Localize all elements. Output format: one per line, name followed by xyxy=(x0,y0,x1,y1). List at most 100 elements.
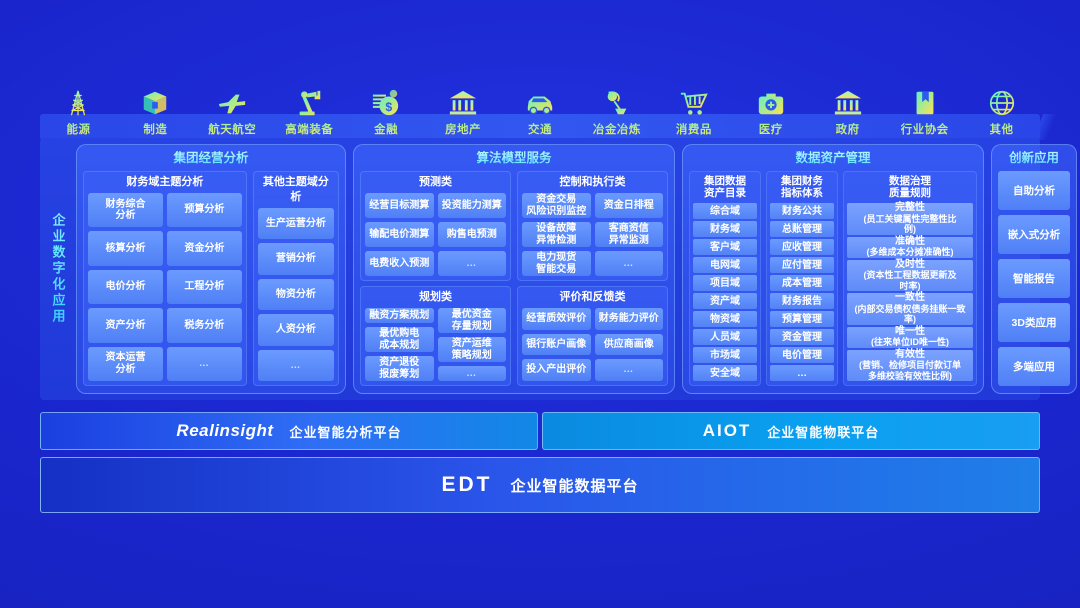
analysis-cell[interactable]: 资金分析 xyxy=(166,231,242,266)
group-planning: 规划类 融资方案规划 最优购电 成本规划 资产退役 报废筹划 最优资金 存量规划… xyxy=(360,286,511,386)
industry-label: 能源 xyxy=(66,120,90,140)
catalog-item[interactable]: 资产域 xyxy=(693,293,757,309)
analysis-cell-more[interactable]: … xyxy=(257,349,334,382)
model-cell[interactable]: 输配电价测算 xyxy=(365,222,434,247)
indicator-item[interactable]: 成本管理 xyxy=(770,275,834,291)
platform-aiot[interactable]: AIOT 企业智能物联平台 xyxy=(542,412,1040,450)
platform-realinsight[interactable]: Realinsight 企业智能分析平台 xyxy=(40,412,538,450)
indicator-item[interactable]: 应付管理 xyxy=(770,257,834,273)
industry-item-energy[interactable]: 能源 xyxy=(40,78,117,140)
catalog-item[interactable]: 电网域 xyxy=(693,257,757,273)
platform-name: 企业智能物联平台 xyxy=(767,424,880,440)
analysis-cell[interactable]: 资产分析 xyxy=(88,308,163,343)
model-cell[interactable]: 经营目标测算 xyxy=(365,193,434,218)
model-cell[interactable]: 电力现货 智能交易 xyxy=(522,251,591,276)
governance-rule[interactable]: 有效性 (营销、检修项目付款订单 多维校验有效性比例) xyxy=(847,348,973,381)
industry-label: 消费品 xyxy=(676,120,712,140)
model-cell[interactable]: 最优购电 成本规划 xyxy=(365,327,434,352)
indicator-item[interactable]: 应收管理 xyxy=(770,239,834,255)
catalog-item[interactable]: 人员域 xyxy=(693,329,757,345)
shopping-cart-icon xyxy=(680,92,708,115)
industry-item-equipment[interactable]: 高端装备 xyxy=(271,78,348,140)
analysis-cell[interactable]: 物资分析 xyxy=(257,278,334,311)
industry-item-government[interactable]: 政府 xyxy=(809,78,886,140)
innovation-item[interactable]: 3D类应用 xyxy=(998,303,1070,342)
model-cell[interactable]: 客商资信 异常监测 xyxy=(594,222,663,247)
industry-item-transport[interactable]: 交通 xyxy=(502,78,579,140)
industry-item-medical[interactable]: 医疗 xyxy=(732,78,809,140)
innovation-item[interactable]: 自助分析 xyxy=(998,171,1070,210)
analysis-cell[interactable]: 生产运营分析 xyxy=(257,208,334,240)
catalog-item[interactable]: 客户域 xyxy=(693,239,757,255)
indicator-item[interactable]: 总账管理 xyxy=(770,221,834,237)
catalog-item[interactable]: 财务域 xyxy=(693,221,757,237)
group-finance-indicator: 集团财务 指标体系 财务公共 总账管理 应收管理 应付管理 成本管理 财务报告 … xyxy=(766,171,838,386)
industry-label: 制造 xyxy=(143,120,167,140)
analysis-cell[interactable]: 营销分析 xyxy=(257,243,334,275)
industry-item-finance[interactable]: $ 金融 xyxy=(348,78,425,140)
indicator-item[interactable]: 财务报告 xyxy=(770,293,834,309)
model-cell[interactable]: 银行账户画像 xyxy=(522,333,591,356)
model-cell[interactable]: 经营质效评价 xyxy=(522,308,591,330)
group-control-execution: 控制和执行类 资金交易 风险识别监控 设备故障 异常检测 电力现货 智能交易 资… xyxy=(517,171,668,281)
model-cell-more[interactable]: … xyxy=(437,251,506,276)
indicator-item[interactable]: 电价管理 xyxy=(770,347,834,363)
analysis-cell[interactable]: 电价分析 xyxy=(88,269,163,305)
model-cell[interactable]: 资产退役 报废筹划 xyxy=(365,356,434,381)
analysis-cell[interactable]: 工程分析 xyxy=(166,269,242,305)
indicator-item[interactable]: 资金管理 xyxy=(770,329,834,345)
analysis-cell[interactable]: 核算分析 xyxy=(88,231,163,266)
model-cell[interactable]: 电费收入预测 xyxy=(365,251,434,276)
analysis-cell[interactable]: 人资分析 xyxy=(257,314,334,346)
governance-rule[interactable]: 及时性 (资本性工程数据更新及 时率) xyxy=(847,259,973,291)
industry-label: 医疗 xyxy=(759,120,783,140)
governance-rule[interactable]: 唯一性 (往来单位ID唯一性) xyxy=(847,326,973,348)
governance-rule[interactable]: 一致性 (内部交易债权债务挂账一致 率) xyxy=(847,292,973,325)
group-title: 预测类 xyxy=(419,176,452,188)
industry-item-realestate[interactable]: 房地产 xyxy=(425,78,502,140)
innovation-item[interactable]: 多端应用 xyxy=(998,347,1070,386)
indicator-item[interactable]: 财务公共 xyxy=(770,203,834,219)
model-cell[interactable]: 融资方案规划 xyxy=(365,308,434,323)
catalog-item[interactable]: 物资域 xyxy=(693,311,757,327)
analysis-cell[interactable]: 资本运营 分析 xyxy=(88,346,163,382)
group-title: 控制和执行类 xyxy=(559,176,626,188)
model-cell[interactable]: 供应商画像 xyxy=(594,333,663,356)
analysis-cell[interactable]: 财务综合 分析 xyxy=(88,193,163,228)
model-cell-more[interactable]: … xyxy=(594,251,663,276)
model-cell[interactable]: 资产运维 策略规划 xyxy=(437,337,506,362)
model-cell[interactable]: 资金交易 风险识别监控 xyxy=(522,193,591,218)
analysis-cell[interactable]: 税务分析 xyxy=(166,308,242,343)
industry-item-metallurgy[interactable]: 冶金冶炼 xyxy=(578,78,655,140)
model-cell[interactable]: 投入产出评价 xyxy=(522,359,591,382)
model-cell[interactable]: 购售电预测 xyxy=(437,222,506,247)
industry-item-aerospace[interactable]: 航天航空 xyxy=(194,78,271,140)
indicator-item[interactable]: 预算管理 xyxy=(770,311,834,327)
analysis-cell[interactable]: 预算分析 xyxy=(166,193,242,228)
catalog-item[interactable]: 市场域 xyxy=(693,347,757,363)
governance-rule[interactable]: 完整性 (员工关键属性完整性比 例) xyxy=(847,202,973,235)
industry-item-consumer[interactable]: 消费品 xyxy=(655,78,732,140)
industry-item-association[interactable]: 行业协会 xyxy=(886,78,963,140)
model-cell[interactable]: 设备故障 异常检测 xyxy=(522,222,591,247)
analysis-cell-more[interactable]: … xyxy=(166,346,242,382)
rule-name: 有效性 xyxy=(895,348,925,360)
model-cell[interactable]: 投资能力测算 xyxy=(437,193,506,218)
model-cell[interactable]: 资金日排程 xyxy=(594,193,663,218)
algorithm-row-1: 预测类 经营目标测算 输配电价测算 电费收入预测 投资能力测算 购售电预测 … … xyxy=(360,171,668,281)
catalog-item[interactable]: 项目域 xyxy=(693,275,757,291)
industry-label: 行业协会 xyxy=(901,120,949,140)
model-cell-more[interactable]: … xyxy=(594,359,663,382)
model-cell-more[interactable]: … xyxy=(437,366,506,381)
platform-edt[interactable]: EDT 企业智能数据平台 xyxy=(40,457,1040,513)
model-cell[interactable]: 财务能力评价 xyxy=(594,308,663,330)
catalog-item[interactable]: 安全域 xyxy=(693,365,757,381)
governance-rule[interactable]: 准确性 (多维成本分摊准确性) xyxy=(847,236,973,258)
industry-item-other[interactable]: 其他 xyxy=(963,78,1040,140)
indicator-item-more[interactable]: … xyxy=(770,365,834,381)
industry-item-manufacturing[interactable]: 制造 xyxy=(117,78,194,140)
innovation-item[interactable]: 嵌入式分析 xyxy=(998,215,1070,254)
model-cell[interactable]: 最优资金 存量规划 xyxy=(437,308,506,333)
catalog-item[interactable]: 综合域 xyxy=(693,203,757,219)
innovation-item[interactable]: 智能报告 xyxy=(998,259,1070,298)
